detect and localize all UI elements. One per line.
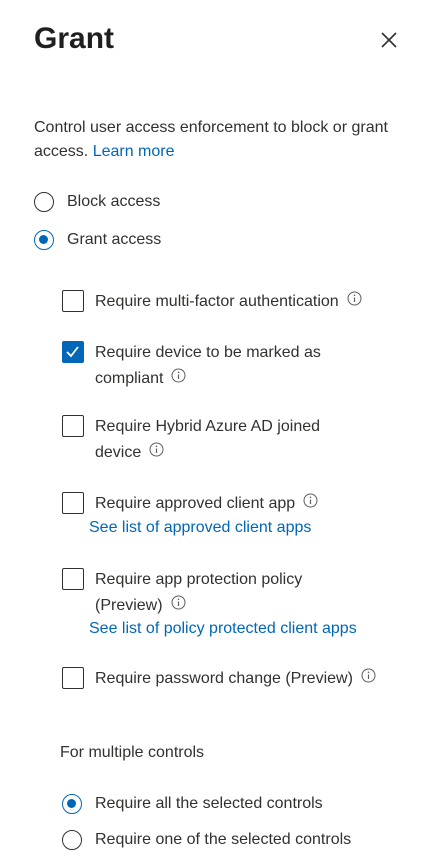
info-icon[interactable]: [361, 666, 376, 692]
mfa-checkbox[interactable]: [62, 290, 84, 312]
app-protection-label: Require app protection policy (Preview): [95, 571, 303, 615]
control-label: Require app protection policy (Preview): [95, 567, 340, 619]
grant-access-radio-button[interactable]: [34, 230, 54, 250]
policy-protected-apps-link[interactable]: See list of policy protected client apps: [89, 620, 357, 638]
hybrid-azure-label: Require Hybrid Azure AD joined device: [95, 418, 321, 462]
grant-access-label: Grant access: [67, 231, 162, 248]
description-text: Control user access enforcement to block…: [34, 119, 388, 160]
require-all-radio-button[interactable]: [62, 794, 82, 814]
info-icon[interactable]: [347, 289, 362, 315]
app-protection-checkbox[interactable]: [62, 568, 84, 590]
block-access-label: Block access: [67, 193, 161, 210]
info-icon[interactable]: [303, 491, 318, 517]
panel-description: Control user access enforcement to block…: [34, 116, 406, 164]
approved-client-app-checkbox[interactable]: [62, 492, 84, 514]
block-access-radio-button[interactable]: [34, 192, 54, 212]
info-icon[interactable]: [149, 440, 164, 466]
info-icon[interactable]: [171, 366, 186, 392]
password-change-label: Require password change (Preview): [95, 670, 353, 688]
mfa-label: Require multi-factor authentication: [95, 293, 339, 311]
compliant-checkbox[interactable]: [62, 341, 84, 363]
control-label: Require multi-factor authentication: [95, 289, 405, 315]
require-one-radio[interactable]: Require one of the selected controls: [62, 830, 351, 850]
require-all-radio[interactable]: Require all the selected controls: [62, 794, 323, 814]
require-one-label: Require one of the selected controls: [95, 831, 352, 848]
block-access-radio[interactable]: Block access: [34, 192, 160, 212]
grant-access-radio[interactable]: Grant access: [34, 230, 161, 250]
password-change-checkbox[interactable]: [62, 667, 84, 689]
hybrid-azure-checkbox[interactable]: [62, 415, 84, 437]
approved-client-apps-link[interactable]: See list of approved client apps: [89, 519, 311, 537]
compliant-label: Require device to be marked as compliant: [95, 344, 321, 388]
approved-client-app-label: Require approved client app: [95, 495, 296, 513]
info-icon[interactable]: [171, 593, 186, 619]
require-all-label: Require all the selected controls: [95, 795, 323, 812]
control-label: Require password change (Preview): [95, 666, 405, 692]
control-label: Require approved client app: [95, 491, 405, 517]
multiple-controls-heading: For multiple controls: [60, 744, 205, 761]
close-icon[interactable]: [376, 27, 404, 55]
control-label: Require Hybrid Azure AD joined device: [95, 414, 350, 466]
control-label: Require device to be marked as compliant: [95, 340, 350, 392]
learn-more-link[interactable]: Learn more: [93, 143, 175, 160]
panel-title: Grant: [34, 22, 115, 55]
require-one-radio-button[interactable]: [62, 830, 82, 850]
